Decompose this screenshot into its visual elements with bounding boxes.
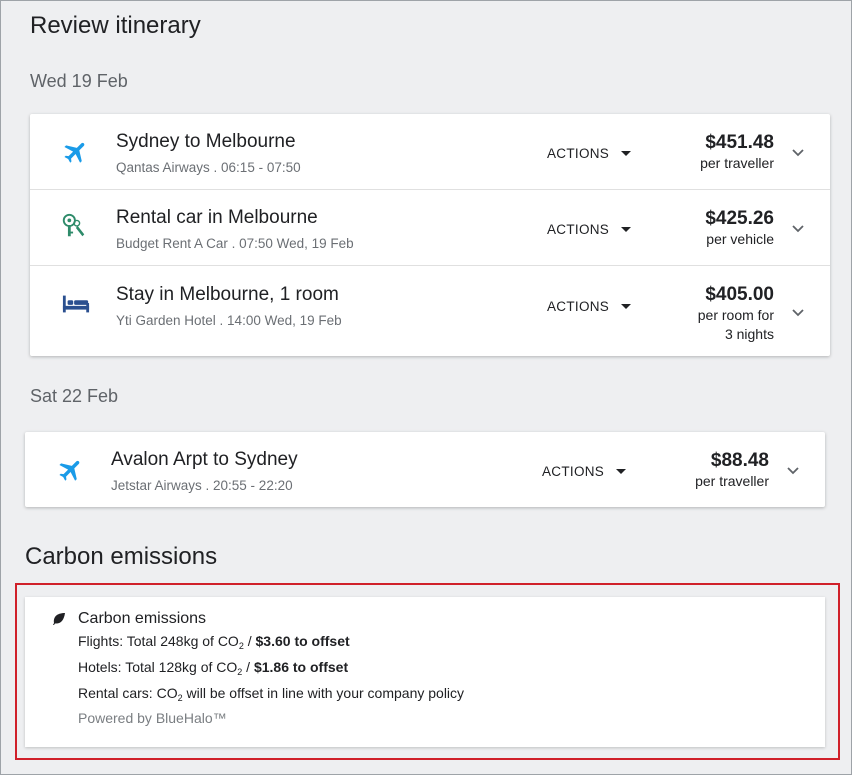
flights-text: Flights: Total 248kg of CO <box>78 633 239 649</box>
caret-down-icon <box>621 227 632 232</box>
rental-suffix: will be offset in line with your company… <box>182 685 465 701</box>
price-block: $88.48 per traveller <box>695 450 769 491</box>
row-title: Rental car in Melbourne <box>116 207 318 228</box>
row-title: Stay in Melbourne, 1 room <box>116 284 339 305</box>
row-subtitle: Budget Rent A Car . 07:50 Wed, 19 Feb <box>116 236 354 251</box>
airplane-icon <box>62 138 90 166</box>
actions-label: ACTIONS <box>547 146 610 161</box>
price-block: $405.00 per room for 3 nights <box>698 284 774 344</box>
price: $425.26 <box>705 208 774 229</box>
separator: / <box>243 633 256 649</box>
date-heading-sat: Sat 22 Feb <box>30 386 119 406</box>
itinerary-row-rental-car[interactable]: Rental car in Melbourne Budget Rent A Ca… <box>30 190 830 266</box>
leaf-icon <box>52 612 66 631</box>
actions-dropdown[interactable]: ACTIONS <box>547 222 632 237</box>
carbon-card-title: Carbon emissions <box>78 610 207 627</box>
actions-dropdown[interactable]: ACTIONS <box>547 299 632 314</box>
date-heading-wed: Wed 19 Feb <box>30 71 128 91</box>
actions-label: ACTIONS <box>547 299 610 314</box>
price: $405.00 <box>705 284 774 305</box>
airplane-icon <box>57 456 85 484</box>
actions-dropdown[interactable]: ACTIONS <box>547 146 632 161</box>
powered-by-text: Powered by BlueHalo™ <box>78 710 227 726</box>
itinerary-card-wed: Sydney to Melbourne Qantas Airways . 06:… <box>30 114 830 356</box>
row-subtitle: Yti Garden Hotel . 14:00 Wed, 19 Feb <box>116 313 342 328</box>
carbon-card: Carbon emissions Flights: Total 248kg of… <box>25 597 825 747</box>
rental-text: Rental cars: CO <box>78 685 178 701</box>
itinerary-row-hotel[interactable]: Stay in Melbourne, 1 room Yti Garden Hot… <box>30 266 830 357</box>
price-block: $425.26 per vehicle <box>705 208 774 249</box>
price: $451.48 <box>705 132 774 153</box>
chevron-down-icon[interactable] <box>788 142 808 162</box>
bed-icon <box>62 290 90 318</box>
actions-label: ACTIONS <box>542 464 605 479</box>
separator: / <box>242 659 254 675</box>
row-title: Sydney to Melbourne <box>116 131 296 152</box>
actions-dropdown[interactable]: ACTIONS <box>542 464 627 479</box>
hotels-text: Hotels: Total 128kg of CO <box>78 659 238 675</box>
chevron-down-icon[interactable] <box>788 218 808 238</box>
actions-label: ACTIONS <box>547 222 610 237</box>
price-block: $451.48 per traveller <box>700 132 774 173</box>
page-title: Review itinerary <box>30 12 201 39</box>
carbon-rental-line: Rental cars: CO2 will be offset in line … <box>78 685 464 703</box>
price: $88.48 <box>710 450 769 471</box>
price-note-line2: 3 nights <box>724 326 774 342</box>
itinerary-row-flight-avv-syd[interactable]: Avalon Arpt to Sydney Jetstar Airways . … <box>25 432 825 507</box>
itinerary-row-flight-syd-mel[interactable]: Sydney to Melbourne Qantas Airways . 06:… <box>30 114 830 190</box>
carbon-flights-line: Flights: Total 248kg of CO2 / $3.60 to o… <box>78 633 350 651</box>
car-keys-icon <box>60 212 88 240</box>
carbon-hotels-line: Hotels: Total 128kg of CO2 / $1.86 to of… <box>78 659 348 677</box>
flights-offset: $3.60 to offset <box>255 633 350 649</box>
hotels-offset: $1.86 to offset <box>253 659 349 675</box>
row-title: Avalon Arpt to Sydney <box>111 449 298 470</box>
itinerary-card-sat: Avalon Arpt to Sydney Jetstar Airways . … <box>25 432 825 507</box>
price-note: per vehicle <box>706 231 774 247</box>
caret-down-icon <box>616 469 627 474</box>
price-note: per traveller <box>700 155 774 171</box>
row-subtitle: Qantas Airways . 06:15 - 07:50 <box>116 160 301 175</box>
chevron-down-icon[interactable] <box>783 460 803 480</box>
row-subtitle: Jetstar Airways . 20:55 - 22:20 <box>111 478 293 493</box>
caret-down-icon <box>621 151 632 156</box>
carbon-section-title: Carbon emissions <box>25 543 218 570</box>
chevron-down-icon[interactable] <box>788 302 808 322</box>
caret-down-icon <box>621 304 632 309</box>
price-note: per traveller <box>695 473 769 489</box>
price-note-line1: per room for <box>697 307 774 323</box>
